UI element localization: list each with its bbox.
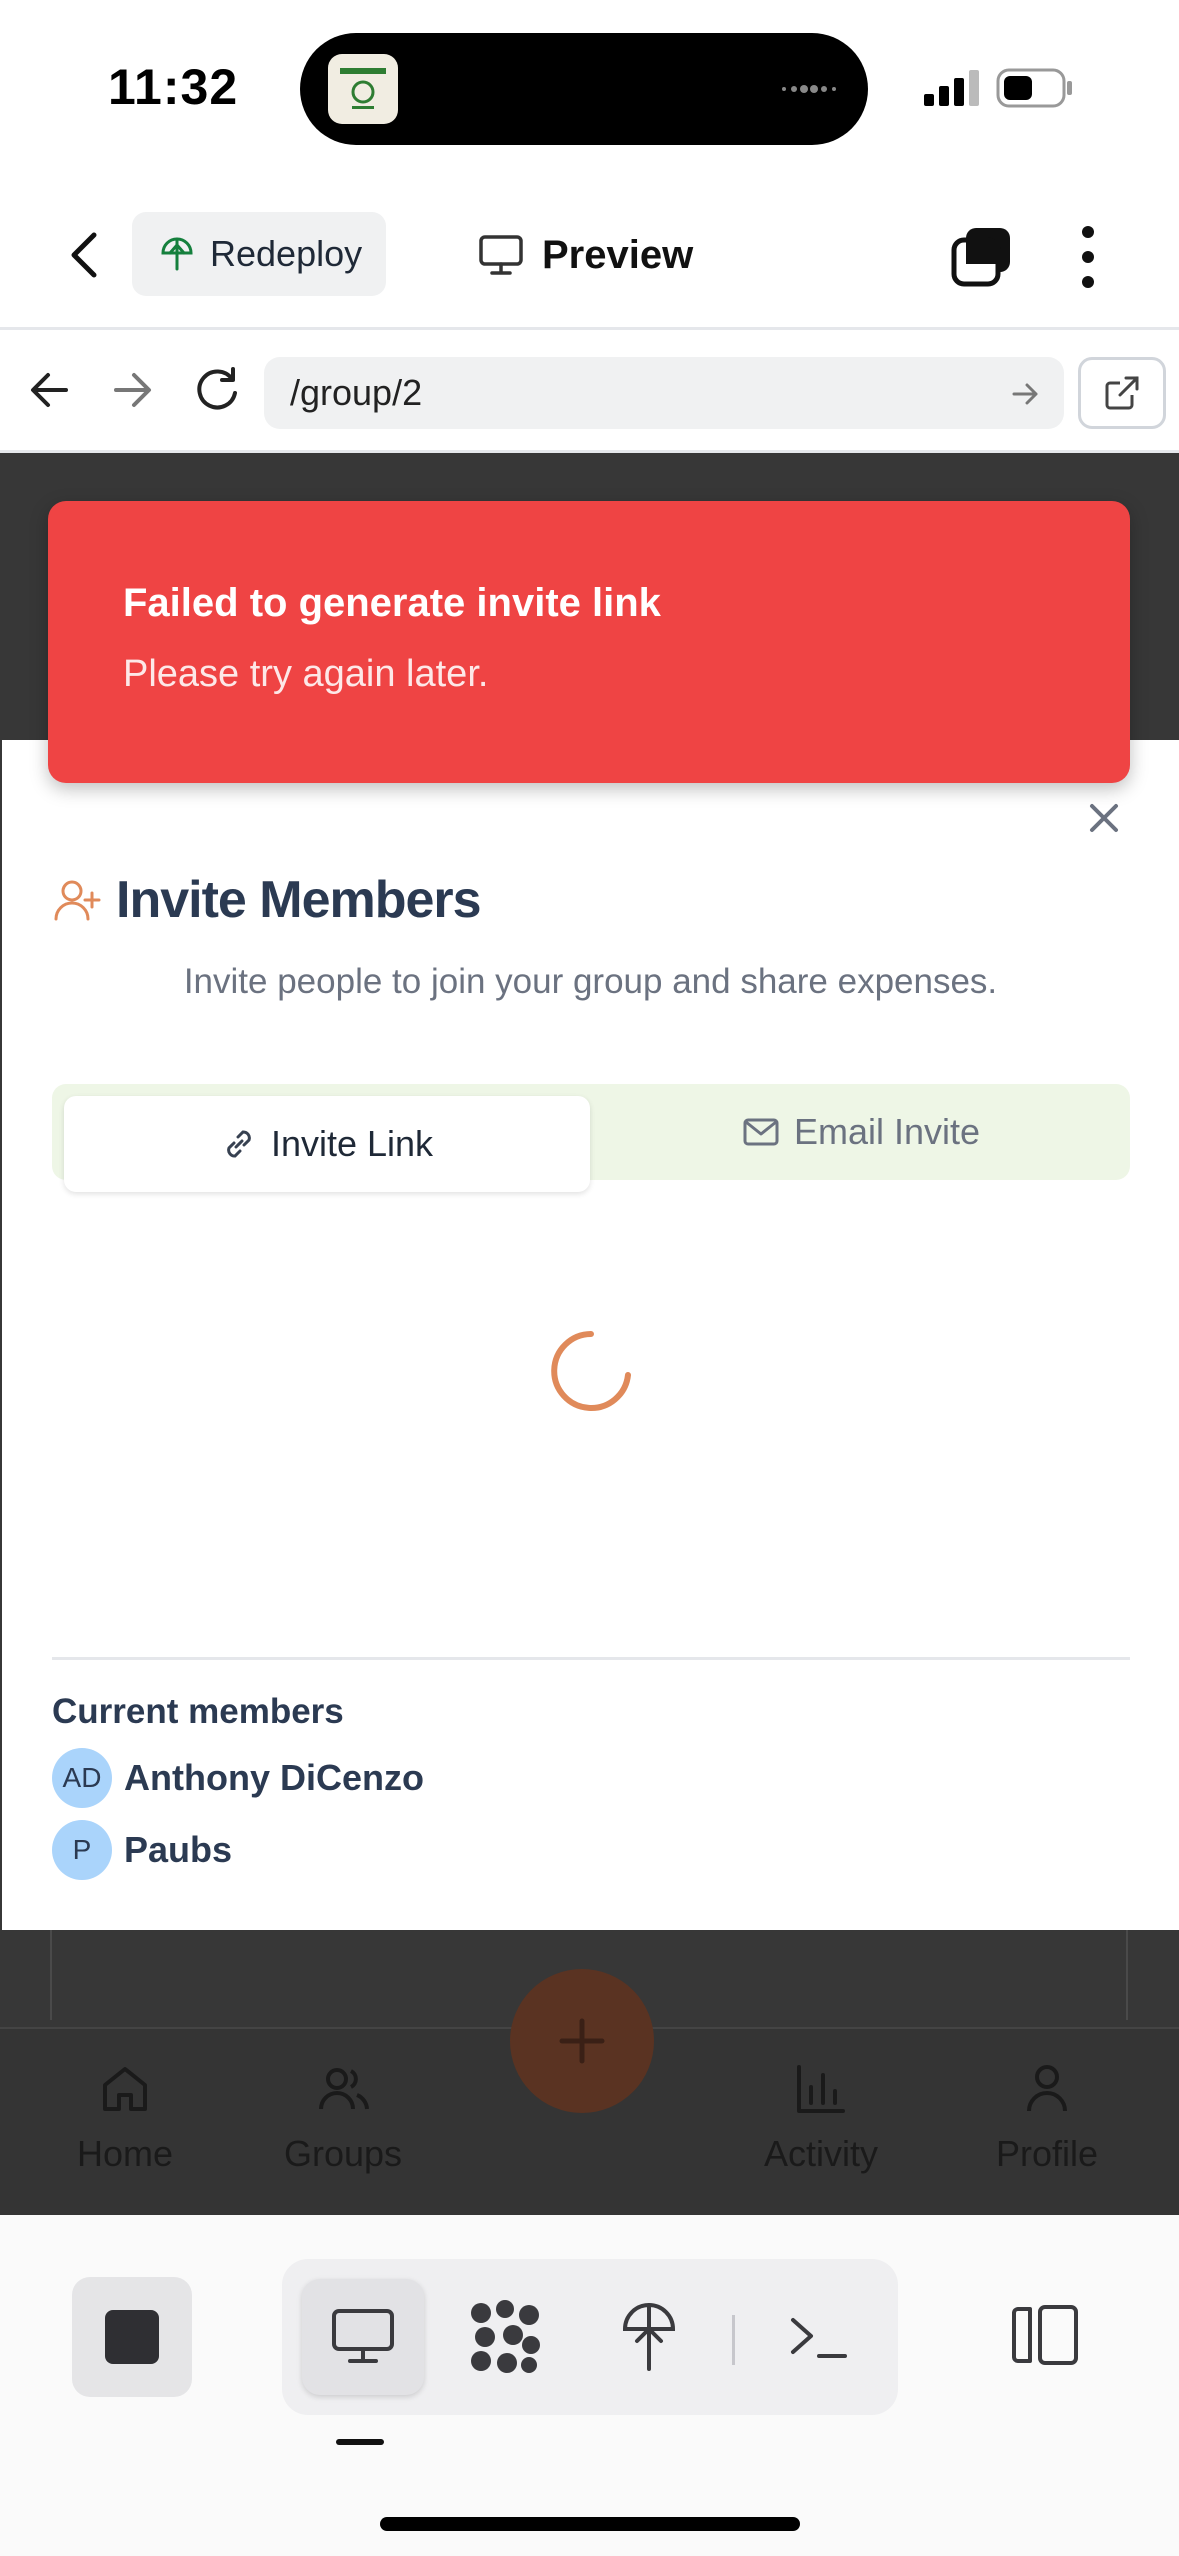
member-name: Paubs bbox=[124, 1829, 233, 1870]
nav-groups-label: Groups bbox=[283, 2133, 403, 2174]
node-cluster-icon bbox=[471, 2300, 540, 2373]
stop-icon bbox=[105, 2310, 159, 2364]
activity-dots-icon bbox=[782, 85, 836, 93]
more-vertical-icon[interactable] bbox=[1070, 222, 1106, 292]
nav-home-label: Home bbox=[76, 2133, 174, 2174]
bar-chart-icon bbox=[797, 2065, 845, 2113]
ide-bottom-toolbar bbox=[0, 2215, 1179, 2556]
nav-profile-label: Profile bbox=[995, 2133, 1099, 2174]
external-link-icon bbox=[1105, 376, 1139, 410]
plus-icon bbox=[559, 2018, 605, 2064]
browser-toolbar: /group/2 bbox=[0, 333, 1179, 453]
url-input[interactable]: /group/2 bbox=[264, 357, 1064, 429]
users-icon bbox=[319, 2068, 369, 2110]
back-chevron-icon[interactable] bbox=[58, 225, 114, 285]
nav-home[interactable]: Home bbox=[40, 2059, 210, 2175]
user-plus-icon bbox=[54, 880, 101, 921]
home-indicator[interactable] bbox=[380, 2517, 800, 2531]
member-name: Anthony DiCenzo bbox=[124, 1757, 424, 1798]
divider bbox=[52, 1657, 1130, 1660]
loading-spinner-icon bbox=[551, 1331, 631, 1411]
tab-invite-link[interactable]: Invite Link bbox=[64, 1096, 590, 1192]
tool-switcher bbox=[282, 2259, 898, 2415]
mail-icon bbox=[743, 1118, 779, 1146]
status-bar: 11:32 bbox=[0, 0, 1179, 180]
toolbar-separator bbox=[732, 2315, 735, 2365]
browser-back-icon[interactable] bbox=[26, 367, 72, 413]
app-header: Redeploy Preview bbox=[0, 180, 1179, 330]
deploy-tool-button[interactable] bbox=[588, 2279, 710, 2395]
avatar: P bbox=[52, 1820, 112, 1880]
deploy-tree-icon bbox=[622, 2302, 676, 2371]
url-go-arrow-icon[interactable] bbox=[1010, 379, 1040, 409]
error-toast[interactable]: Failed to generate invite link Please tr… bbox=[48, 501, 1130, 783]
signal-icon bbox=[924, 70, 979, 106]
link-icon bbox=[227, 1130, 251, 1158]
split-view-icon[interactable] bbox=[1010, 2303, 1080, 2367]
preview-tab[interactable]: Preview bbox=[478, 220, 693, 290]
url-text: /group/2 bbox=[290, 372, 423, 413]
tabs-icon[interactable] bbox=[950, 224, 1016, 290]
preview-tool-button[interactable] bbox=[302, 2279, 424, 2395]
nav-activity-label: Activity bbox=[763, 2133, 878, 2174]
dialog-title: Invite Members bbox=[116, 871, 482, 929]
tab-email-invite-label: Email Invite bbox=[793, 1111, 981, 1152]
plugins-tool-button[interactable] bbox=[444, 2279, 566, 2395]
add-expense-button[interactable] bbox=[510, 1969, 654, 2113]
nav-groups[interactable]: Groups bbox=[258, 2059, 428, 2175]
toast-title: Failed to generate invite link bbox=[123, 581, 661, 625]
tab-invite-link-label: Invite Link bbox=[270, 1123, 434, 1164]
battery-icon bbox=[996, 68, 1072, 108]
redeploy-label: Redeploy bbox=[210, 233, 363, 274]
tab-email-invite[interactable]: Email Invite bbox=[592, 1084, 1130, 1180]
app-logo-icon bbox=[328, 54, 398, 124]
open-external-button[interactable] bbox=[1078, 357, 1166, 429]
deploy-tree-icon bbox=[161, 237, 193, 271]
close-icon[interactable] bbox=[1084, 798, 1124, 838]
dynamic-island bbox=[300, 33, 868, 145]
toast-description: Please try again later. bbox=[123, 653, 489, 695]
terminal-tool-button[interactable] bbox=[758, 2279, 880, 2395]
nav-profile[interactable]: Profile bbox=[962, 2059, 1132, 2175]
invite-tabs: Invite Link Email Invite bbox=[52, 1084, 1130, 1192]
monitor-icon bbox=[332, 2309, 394, 2363]
members-heading: Current members bbox=[52, 1692, 344, 1731]
dialog-header: Invite Members bbox=[52, 870, 482, 930]
avatar: AD bbox=[52, 1748, 112, 1808]
terminal-icon bbox=[791, 2318, 847, 2358]
home-icon bbox=[103, 2067, 147, 2111]
active-tool-indicator bbox=[336, 2439, 384, 2445]
status-time: 11:32 bbox=[108, 59, 239, 115]
monitor-icon bbox=[479, 235, 523, 275]
user-icon bbox=[1027, 2065, 1067, 2112]
member-row: P Paubs bbox=[52, 1820, 232, 1880]
stop-button[interactable] bbox=[72, 2277, 192, 2397]
nav-activity[interactable]: Activity bbox=[736, 2059, 906, 2175]
browser-forward-icon[interactable] bbox=[110, 367, 156, 413]
preview-label: Preview bbox=[542, 232, 694, 277]
redeploy-button[interactable]: Redeploy bbox=[132, 212, 386, 296]
dialog-subtitle: Invite people to join your group and sha… bbox=[183, 962, 998, 1001]
invite-members-dialog: Invite Members Invite people to join you… bbox=[2, 740, 1179, 1930]
app-bottom-nav: Home Groups Activity Profile bbox=[0, 1969, 1179, 2215]
reload-icon[interactable] bbox=[192, 365, 242, 415]
member-row: AD Anthony DiCenzo bbox=[52, 1748, 424, 1808]
